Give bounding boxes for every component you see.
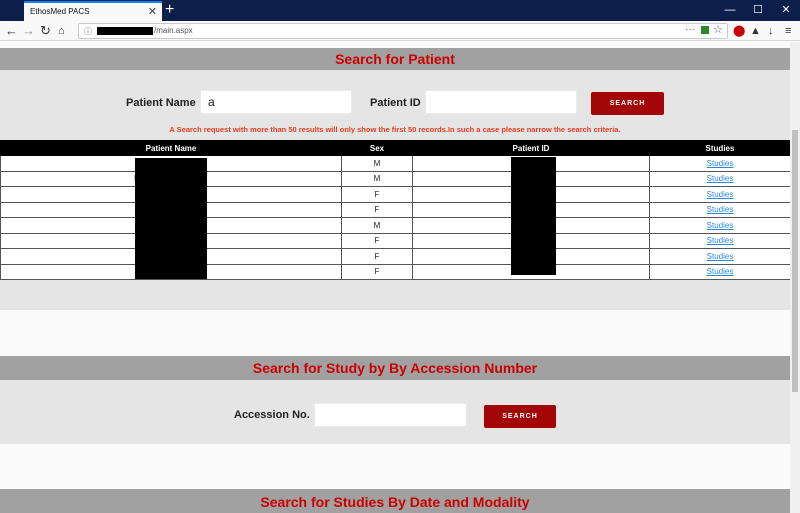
accession-search-heading: Search for Study by By Accession Number — [0, 356, 790, 380]
table-row: M Studies — [0, 217, 790, 234]
forward-icon[interactable]: → — [22, 22, 35, 40]
table-row: F Studies — [0, 232, 790, 249]
studies-link[interactable]: Studies — [707, 267, 734, 276]
patient-search-heading: Search for Patient — [0, 48, 790, 70]
id-redaction — [511, 157, 556, 275]
tab-title: EthosMed PACS — [30, 7, 90, 16]
shield-icon[interactable]: ⬤ — [733, 23, 745, 39]
patient-name-input[interactable] — [200, 90, 352, 114]
studies-link[interactable]: Studies — [707, 190, 734, 199]
table-row: IM0 8Studies — [0, 170, 790, 187]
table-row: M Studies — [0, 155, 790, 172]
browser-nav-bar: ← → ↻ ⌂ ⓘ /main.aspx ··· ☆ ⬤ ▲ ↓ ≡ — [0, 21, 800, 41]
cell-sex: F — [341, 186, 413, 203]
cell-sex: M — [341, 217, 413, 234]
table-row: F Studies — [0, 201, 790, 218]
search-warning: A Search request with more than 50 resul… — [169, 125, 621, 134]
patient-results-table: Patient Name Sex Patient ID Studies M Stu… — [0, 140, 790, 280]
studies-link[interactable]: Studies — [707, 205, 734, 214]
scroll-thumb[interactable] — [792, 130, 798, 392]
patient-search-panel: Patient Name Patient ID SEARCH A Search … — [0, 70, 790, 310]
reload-icon[interactable]: ↻ — [40, 22, 51, 40]
more-icon[interactable]: ··· — [685, 24, 695, 35]
tab-close-icon[interactable]: ✕ — [148, 5, 157, 18]
date-search-heading: Search for Studies By Date and Modality — [0, 489, 790, 513]
col-header-sex: Sex — [341, 140, 413, 156]
patient-name-label: Patient Name — [126, 97, 196, 109]
minimize-icon[interactable]: — — [716, 0, 744, 21]
studies-link[interactable]: Studies — [707, 159, 734, 168]
table-row: S MFStudies — [0, 248, 790, 265]
cell-sex: F — [341, 201, 413, 218]
accession-search-panel: Accession No. SEARCH — [0, 380, 790, 444]
cell-sex: M — [341, 170, 413, 187]
url-redaction — [97, 27, 153, 35]
extension-icon[interactable] — [701, 26, 709, 34]
col-header-patient-id: Patient ID — [412, 140, 650, 156]
browser-tab-bar: EthosMed PACS ✕ + — ☐ ✕ — [0, 0, 800, 21]
maximize-icon[interactable]: ☐ — [744, 0, 772, 21]
cell-sex: F — [341, 263, 413, 280]
cell-sex: M — [341, 155, 413, 172]
patient-search-button[interactable]: SEARCH — [591, 92, 664, 115]
studies-link[interactable]: Studies — [707, 221, 734, 230]
col-header-studies: Studies — [649, 140, 790, 156]
new-tab-icon[interactable]: + — [165, 1, 174, 19]
menu-icon[interactable]: ≡ — [785, 23, 791, 39]
accession-input[interactable] — [314, 403, 467, 427]
window-close-icon[interactable]: ✕ — [772, 0, 800, 21]
table-header-row: Patient Name Sex Patient ID Studies — [0, 140, 790, 156]
accession-search-button[interactable]: SEARCH — [484, 405, 556, 428]
cell-sex: F — [341, 232, 413, 249]
patient-id-label: Patient ID — [370, 97, 421, 109]
url-text: /main.aspx — [154, 26, 193, 35]
url-bar[interactable]: ⓘ /main.aspx ··· ☆ — [78, 23, 728, 39]
cell-sex: F — [341, 248, 413, 265]
table-row: F Studies — [0, 186, 790, 203]
studies-link[interactable]: Studies — [707, 236, 734, 245]
browser-tab[interactable]: EthosMed PACS ✕ — [24, 1, 162, 21]
col-header-patient-name: Patient Name — [0, 140, 342, 156]
bookmark-icon[interactable]: ☆ — [713, 23, 723, 36]
studies-link[interactable]: Studies — [707, 252, 734, 261]
name-redaction — [135, 158, 207, 279]
info-icon[interactable]: ⓘ — [84, 26, 92, 37]
back-icon[interactable]: ← — [5, 22, 18, 40]
table-row: F Studies — [0, 263, 790, 280]
page-scrollbar[interactable] — [790, 42, 800, 513]
extension2-icon[interactable]: ▲ — [750, 23, 761, 39]
page-content: Search for Patient Patient Name Patient … — [0, 42, 790, 513]
download-icon[interactable]: ↓ — [768, 23, 774, 39]
accession-label: Accession No. — [234, 409, 310, 421]
studies-link[interactable]: Studies — [707, 174, 734, 183]
home-icon[interactable]: ⌂ — [58, 22, 65, 40]
patient-id-input[interactable] — [425, 90, 577, 114]
